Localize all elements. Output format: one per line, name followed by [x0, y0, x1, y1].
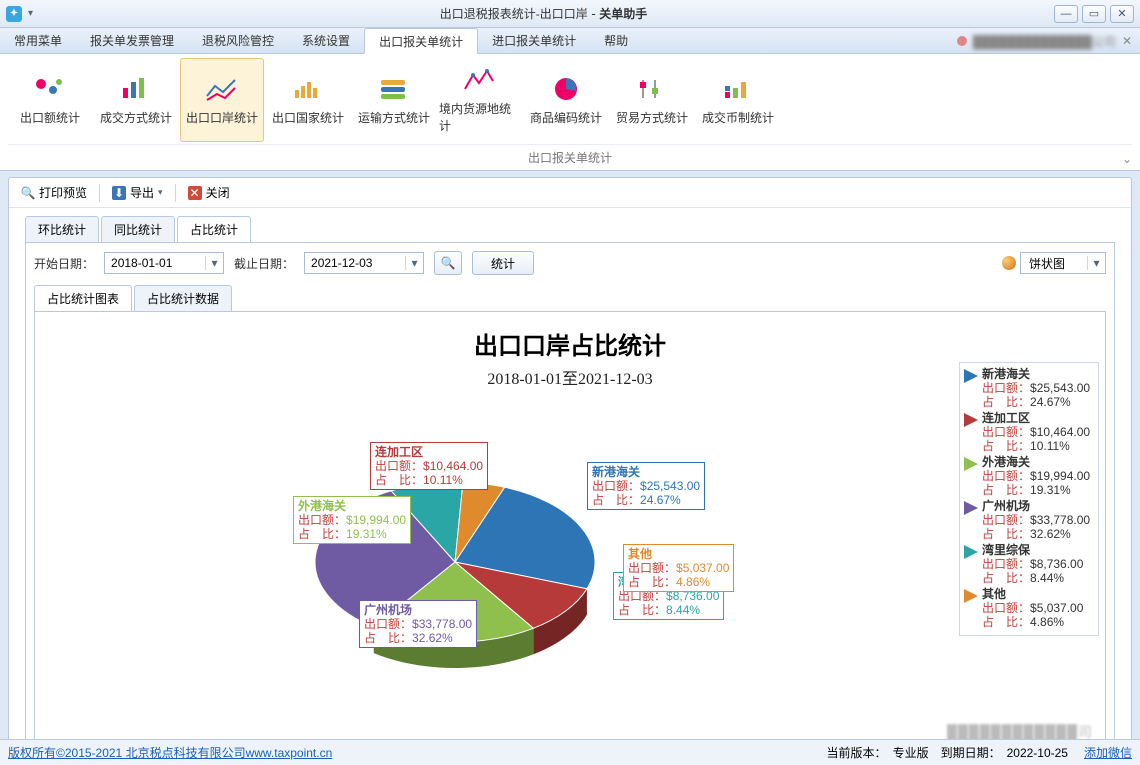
chart-callout: 外港海关出口额：$19,994.00占 比：19.31% [293, 496, 411, 544]
chart-callout: 其他出口额：$5,037.00占 比：4.86% [623, 544, 734, 592]
chevron-down-icon[interactable]: ▾ [1087, 256, 1105, 270]
statusbar: 版权所有©2015-2021 北京税点科技有限公司www.taxpoint.cn… [0, 739, 1140, 765]
chart-callout: 连加工区出口额：$10,464.00占 比：10.11% [370, 442, 488, 490]
content-area: 🔍 打印预览 ⬇ 导出 ▾ ✕ 关闭 环比统计同比统计占比统计 开始日期： ▾ … [8, 177, 1132, 759]
menu-item[interactable]: 报关单发票管理 [76, 28, 188, 53]
ribbon-button[interactable]: 出口国家统计 [266, 58, 350, 142]
legend-swatch [964, 369, 978, 383]
maximize-button[interactable]: ▭ [1082, 5, 1106, 23]
ribbon-collapse-icon[interactable]: ⌄ [1122, 152, 1132, 166]
close-window-button[interactable]: ✕ [1110, 5, 1134, 23]
export-button[interactable]: ⬇ 导出 ▾ [106, 182, 169, 203]
inner-tab[interactable]: 占比统计图表 [34, 285, 132, 311]
legend-item: 其他出口额：$5,037.00占 比：4.86% [964, 587, 1094, 629]
ribbon-button[interactable]: 运输方式统计 [352, 58, 436, 142]
stat-button[interactable]: 统计 [472, 251, 534, 275]
end-date-label: 截止日期： [234, 255, 294, 272]
search-icon: 🔍 [441, 256, 456, 270]
legend-swatch [964, 501, 978, 515]
ribbon-button[interactable]: 贸易方式统计 [610, 58, 694, 142]
legend: 新港海关出口额：$25,543.00占 比：24.67%连加工区出口额：$10,… [959, 362, 1099, 636]
subtab[interactable]: 占比统计 [177, 216, 251, 242]
add-wechat-link[interactable]: 添加微信 [1084, 744, 1132, 761]
chart-subtitle: 2018-01-01至2021-12-03 [35, 365, 1105, 389]
legend-item: 湾里综保出口额：$8,736.00占 比：8.44% [964, 543, 1094, 585]
chart-callout: 广州机场出口额：$33,778.00占 比：32.62% [359, 600, 477, 648]
legend-item: 外港海关出口额：$19,994.00占 比：19.31% [964, 455, 1094, 497]
print-preview-button[interactable]: 🔍 打印预览 [15, 182, 93, 203]
ribbon-icon [290, 75, 326, 103]
ribbon-icon [720, 75, 756, 103]
inner-tab[interactable]: 占比统计数据 [134, 285, 232, 311]
menu-item[interactable]: 进口报关单统计 [478, 28, 590, 53]
search-icon: 🔍 [21, 186, 35, 200]
menu-item[interactable]: 系统设置 [288, 28, 364, 53]
company-name: ██████████████公司 [973, 33, 1116, 50]
titlebar: ✦ ▾ 出口退税报表统计-出口口岸 - 关单助手 — ▭ ✕ [0, 0, 1140, 28]
subtab[interactable]: 同比统计 [101, 216, 175, 242]
start-date-input[interactable] [105, 253, 205, 273]
legend-item: 广州机场出口额：$33,778.00占 比：32.62% [964, 499, 1094, 541]
menu-item[interactable]: 退税风险管控 [188, 28, 288, 53]
app-icon: ✦ [6, 6, 22, 22]
ribbon-icon [634, 75, 670, 103]
export-icon: ⬇ [112, 186, 126, 200]
legend-item: 连加工区出口额：$10,464.00占 比：10.11% [964, 411, 1094, 453]
window-title: 出口退税报表统计-出口口岸 - 关单助手 [33, 5, 1054, 22]
chart-data-tabs: 占比统计图表占比统计数据 [34, 285, 1106, 311]
search-button[interactable]: 🔍 [434, 251, 462, 275]
chevron-down-icon: ▾ [158, 187, 163, 198]
chart-type-select[interactable]: 饼状图 ▾ [1020, 252, 1106, 274]
close-button[interactable]: ✕ 关闭 [182, 182, 236, 203]
chart-type-icon [1002, 256, 1016, 270]
chart-callout: 新港海关出口额：$25,543.00占 比：24.67% [587, 462, 705, 510]
start-date-field[interactable]: ▾ [104, 252, 224, 274]
chevron-down-icon[interactable]: ▾ [405, 256, 423, 270]
legend-swatch [964, 413, 978, 427]
ribbon-icon [204, 75, 240, 103]
expire-label: 到期日期： [941, 744, 1001, 761]
ribbon-button[interactable]: 出口口岸统计 [180, 58, 264, 142]
legend-swatch [964, 545, 978, 559]
ribbon-button[interactable]: 成交币制统计 [696, 58, 780, 142]
expire-value: 2022-10-25 [1007, 746, 1068, 760]
ribbon-button[interactable]: 成交方式统计 [94, 58, 178, 142]
subtab[interactable]: 环比统计 [25, 216, 99, 242]
filter-row: 开始日期： ▾ 截止日期： ▾ 🔍 统计 饼状图 ▾ [34, 251, 1106, 275]
ribbon-icon [376, 75, 412, 103]
stat-mode-tabs: 环比统计同比统计占比统计 [25, 216, 1115, 242]
ribbon-button[interactable]: 商品编码统计 [524, 58, 608, 142]
copyright-link[interactable]: 版权所有©2015-2021 北京税点科技有限公司www.taxpoint.cn [8, 744, 332, 761]
minimize-button[interactable]: — [1054, 5, 1078, 23]
legend-swatch [964, 589, 978, 603]
menu-item[interactable]: 出口报关单统计 [364, 28, 478, 54]
version-label: 当前版本： [827, 744, 887, 761]
menubar: 常用菜单报关单发票管理退税风险管控系统设置出口报关单统计进口报关单统计帮助 ██… [0, 28, 1140, 54]
version-value: 专业版 [893, 744, 929, 761]
menu-item[interactable]: 常用菜单 [0, 28, 76, 53]
end-date-input[interactable] [305, 253, 405, 273]
ribbon-icon [32, 75, 68, 103]
start-date-label: 开始日期： [34, 255, 94, 272]
ribbon: 出口额统计成交方式统计出口口岸统计出口国家统计运输方式统计境内货源地统计商品编码… [0, 54, 1140, 171]
chart-title: 出口口岸占比统计 [35, 326, 1105, 361]
ribbon-caption: 出口报关单统计 [8, 144, 1132, 170]
ribbon-icon [548, 75, 584, 103]
ribbon-icon [462, 66, 498, 94]
legend-item: 新港海关出口额：$25,543.00占 比：24.67% [964, 367, 1094, 409]
user-status-icon [957, 36, 967, 46]
chevron-down-icon[interactable]: ▾ [205, 256, 223, 270]
ribbon-button[interactable]: 境内货源地统计 [438, 58, 522, 142]
close-icon: ✕ [188, 186, 202, 200]
chart-container: 出口口岸占比统计 2018-01-01至2021-12-03 新港海关出口额：$… [34, 311, 1106, 749]
ribbon-button[interactable]: 出口额统计 [8, 58, 92, 142]
ribbon-icon [118, 75, 154, 103]
end-date-field[interactable]: ▾ [304, 252, 424, 274]
legend-swatch [964, 457, 978, 471]
menu-item[interactable]: 帮助 [590, 28, 642, 53]
user-close-icon[interactable]: ✕ [1122, 34, 1132, 48]
user-info: ██████████████公司 ✕ [957, 28, 1132, 54]
